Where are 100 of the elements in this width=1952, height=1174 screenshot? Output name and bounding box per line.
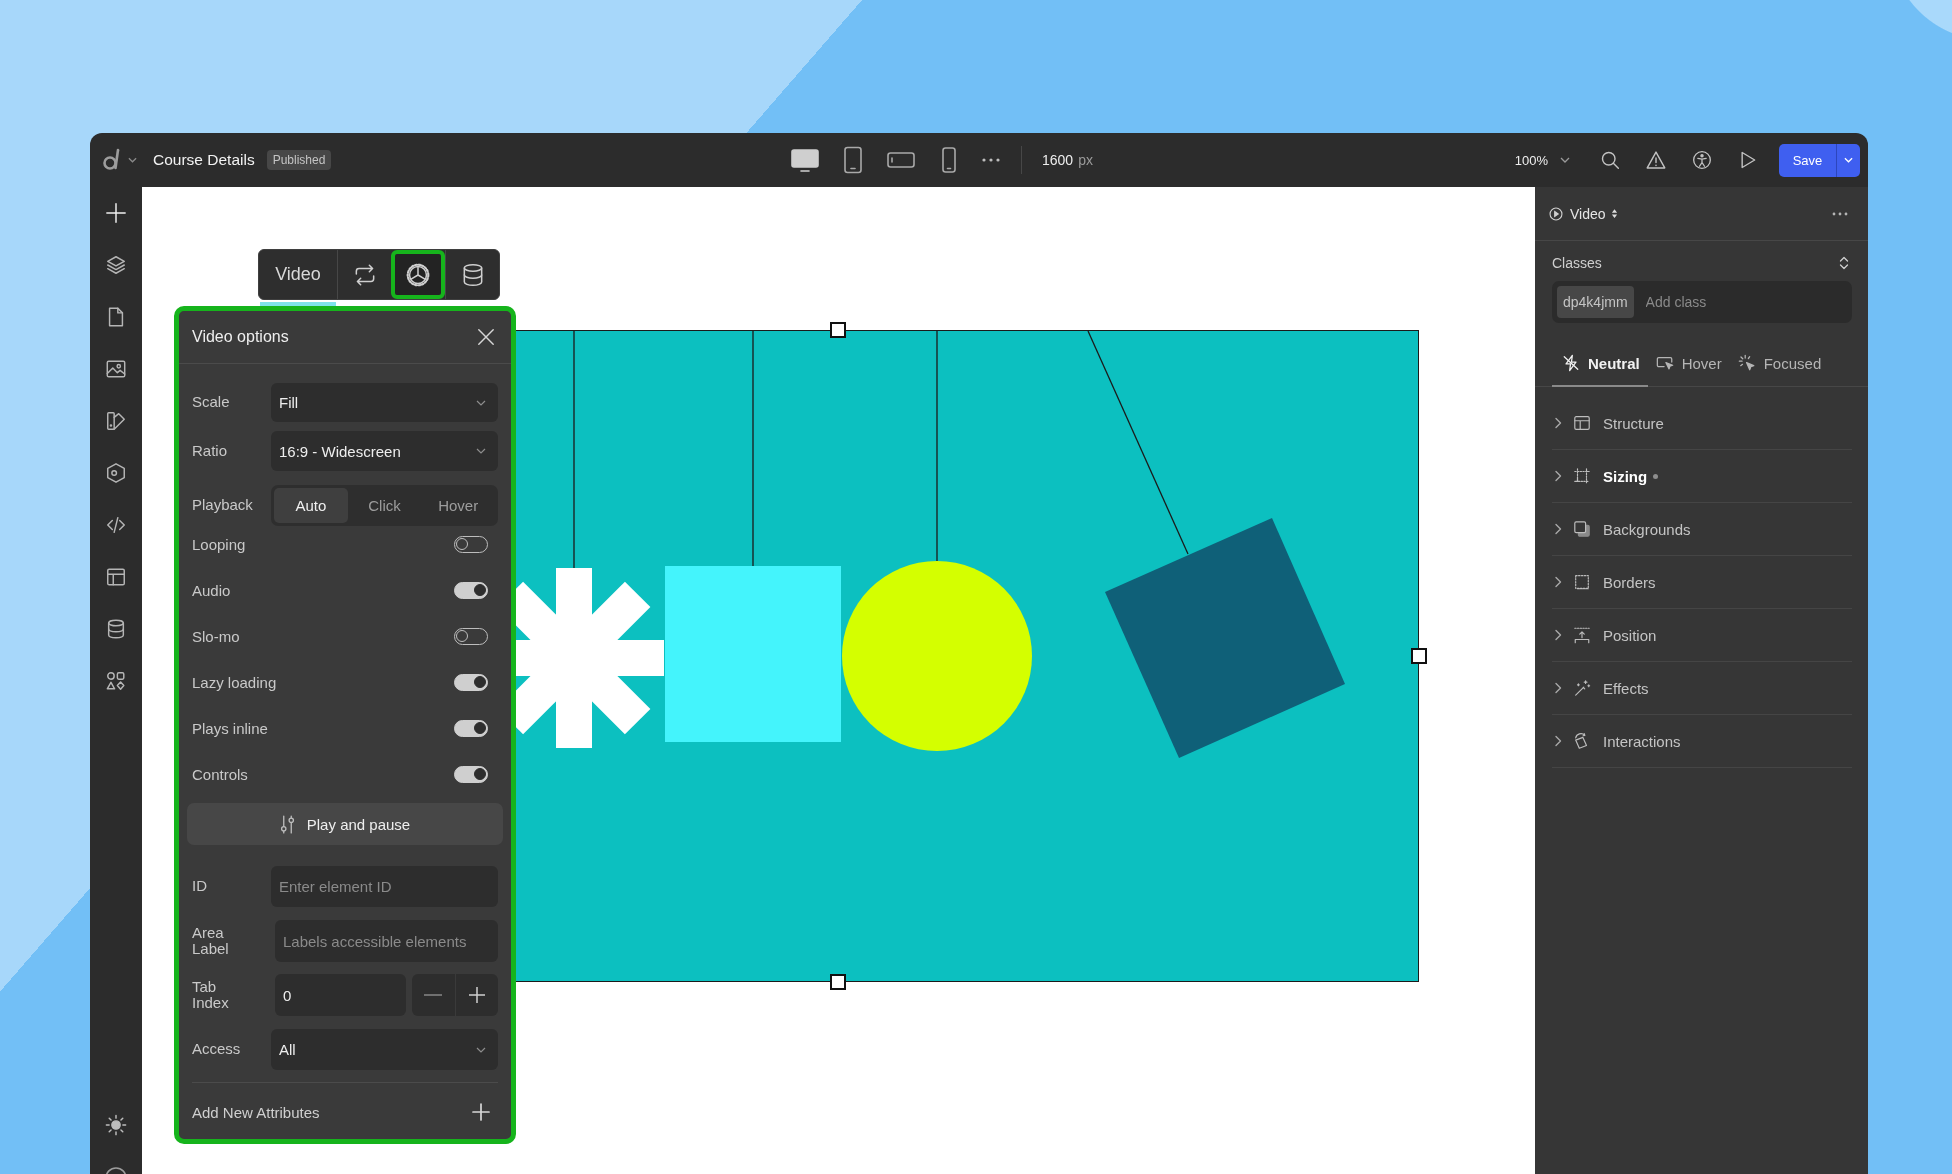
close-icon[interactable]: [477, 328, 495, 346]
dashed-square-icon: [1573, 573, 1591, 591]
desktop-icon[interactable]: [791, 146, 819, 174]
panel-title: Video options: [192, 328, 289, 346]
more-icon[interactable]: [981, 158, 1001, 162]
toggle-switch[interactable]: [454, 673, 488, 691]
status-badge: Published: [266, 150, 332, 170]
zoom-dropdown[interactable]: 100%: [1514, 152, 1570, 168]
toggle-switch[interactable]: [454, 765, 488, 783]
toggle-label: Controls: [192, 765, 248, 783]
accessibility-icon[interactable]: [1692, 150, 1712, 170]
chevron-right-icon[interactable]: [1554, 629, 1562, 641]
magic-wand-icon: [1573, 679, 1591, 697]
save-button[interactable]: Save: [1779, 143, 1836, 177]
field-label: ID: [192, 878, 208, 895]
chevron-down-icon: [476, 399, 486, 406]
section-title[interactable]: Backgrounds: [1603, 520, 1691, 538]
settings-button[interactable]: [391, 250, 445, 299]
chevron-down-icon[interactable]: [128, 157, 137, 163]
sun-icon[interactable]: [105, 1114, 127, 1136]
up-down-chevron-icon[interactable]: [1839, 256, 1849, 270]
resize-handle[interactable]: [1411, 648, 1427, 664]
hexagon-icon[interactable]: [105, 462, 127, 484]
field-label: Area Label: [192, 924, 230, 958]
toggle-label: Looping: [192, 535, 246, 553]
play-and-pause-button[interactable]: Play and pause: [187, 803, 503, 845]
class-field[interactable]: dp4k4jmm Add class: [1552, 281, 1852, 323]
chevron-right-icon[interactable]: [1554, 417, 1562, 429]
logo-icon[interactable]: [102, 148, 122, 172]
play-circle-icon: [1549, 206, 1563, 221]
ratio-select[interactable]: 16:9 - Widescreen: [271, 431, 498, 471]
field-label: Ratio: [192, 442, 229, 460]
save-options-button[interactable]: [1836, 143, 1860, 177]
database-icon[interactable]: [105, 618, 127, 640]
playback-option[interactable]: Auto: [274, 488, 348, 523]
position-icon: [1573, 626, 1591, 644]
section-title[interactable]: Structure: [1603, 414, 1664, 432]
shapes-icon[interactable]: [105, 670, 127, 692]
warning-icon[interactable]: [1646, 150, 1666, 170]
playback-option[interactable]: Click: [347, 488, 422, 523]
image-icon[interactable]: [105, 358, 127, 380]
state-tab[interactable]: Hover: [1647, 341, 1730, 387]
chevron-right-icon[interactable]: [1554, 735, 1562, 747]
caret-icon: [1844, 157, 1853, 163]
bolt-slash-icon: [1562, 354, 1580, 372]
scale-select[interactable]: Fill: [271, 383, 498, 422]
access-select[interactable]: All: [271, 1029, 498, 1070]
section-title[interactable]: Effects: [1603, 679, 1649, 697]
section-title[interactable]: Interactions: [1603, 732, 1681, 750]
layout-icon: [1573, 414, 1591, 432]
canvas-width-value[interactable]: 1600: [1042, 152, 1074, 168]
cursor-click-icon: [1737, 354, 1756, 372]
section-title[interactable]: Sizing: [1603, 467, 1648, 485]
add-attributes-label[interactable]: Add New Attributes: [192, 1103, 320, 1121]
chevron-right-icon[interactable]: [1554, 523, 1562, 535]
layout-icon[interactable]: [105, 566, 127, 588]
toggle-switch[interactable]: [454, 581, 488, 599]
element-label: Video: [274, 263, 322, 286]
state-tab[interactable]: Focused: [1729, 341, 1830, 387]
chevron-right-icon[interactable]: [1554, 470, 1562, 482]
toggle-label: Lazy loading: [192, 673, 277, 691]
field-label: Access: [192, 1041, 242, 1058]
swatches-icon[interactable]: [105, 410, 127, 432]
cursor-box-icon: [1655, 354, 1674, 372]
state-tab[interactable]: Neutral: [1552, 341, 1648, 387]
resize-handle[interactable]: [830, 322, 846, 338]
more-icon[interactable]: [1832, 211, 1848, 216]
element-selector[interactable]: Video: [1570, 205, 1606, 222]
page-title: Course Details: [153, 151, 255, 169]
field-label: Playback: [192, 497, 254, 514]
add-icon[interactable]: [472, 1103, 490, 1121]
field-label: Tab Index: [192, 978, 230, 1012]
toggle-label: Audio: [192, 581, 231, 599]
video-element[interactable]: [516, 330, 1419, 982]
field-label: Scale: [192, 394, 231, 411]
layers-icon[interactable]: [105, 254, 127, 276]
section-title[interactable]: Position: [1603, 626, 1657, 644]
chevron-right-icon[interactable]: [1554, 682, 1562, 694]
chevron-down-icon: [1560, 157, 1570, 163]
toggle-switch[interactable]: [454, 719, 488, 737]
toggle-label: Slo-mo: [192, 627, 240, 645]
up-down-icon[interactable]: [1610, 208, 1618, 219]
playback-option[interactable]: Hover: [421, 488, 495, 523]
resize-handle[interactable]: [830, 974, 846, 990]
id-input[interactable]: Enter element ID: [271, 866, 498, 907]
increment-button[interactable]: [455, 974, 498, 1016]
play-icon[interactable]: [1738, 150, 1758, 170]
tab-index-input[interactable]: 0: [275, 974, 406, 1016]
chevron-down-icon: [476, 448, 486, 454]
settings-icon: [405, 261, 431, 288]
code-icon[interactable]: [105, 514, 127, 536]
class-tag[interactable]: dp4k4jmm: [1557, 286, 1634, 318]
section-title[interactable]: Borders: [1603, 573, 1656, 591]
toggle-label: Plays inline: [192, 719, 268, 737]
search-icon[interactable]: [1600, 150, 1620, 170]
chevron-right-icon[interactable]: [1554, 576, 1562, 588]
modified-dot-icon: [1653, 473, 1659, 479]
classes-label: Classes: [1552, 255, 1602, 271]
aria-label-input[interactable]: Labels accessible elements: [275, 920, 498, 962]
minus-icon: [424, 994, 443, 996]
